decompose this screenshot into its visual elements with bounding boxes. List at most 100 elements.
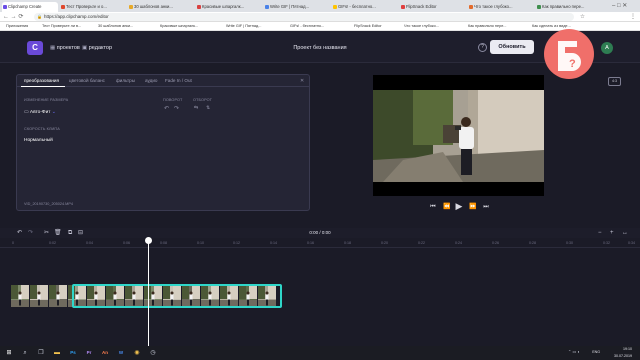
undo-icon[interactable]: ↶: [17, 229, 22, 237]
tab-filters[interactable]: фильтры: [116, 77, 135, 85]
clock-date: 30.07.2019: [614, 354, 632, 358]
premiere-icon[interactable]: Pr: [82, 346, 96, 360]
browser-tab[interactable]: Что такое глубоко...: [468, 2, 534, 12]
tab-label: Красивые шпаргалк...: [202, 4, 245, 9]
selected-clip-outline[interactable]: [72, 284, 282, 308]
task-view-icon[interactable]: ❐: [34, 346, 48, 360]
clip-thumbnail: [30, 285, 48, 307]
browser-tab[interactable]: Как правильно пере...: [536, 2, 602, 12]
speed-value[interactable]: Нормальный: [24, 138, 53, 143]
menu-icon[interactable]: ⋮: [630, 13, 636, 21]
avatar[interactable]: A: [601, 42, 613, 54]
close-panel-icon[interactable]: ✕: [300, 78, 304, 84]
tab-favicon-icon: [401, 5, 405, 9]
redo-icon[interactable]: ↷: [28, 229, 33, 237]
photoshop-icon[interactable]: Ps: [66, 346, 80, 360]
rotate-right-icon[interactable]: ↷: [174, 105, 179, 112]
ruler-tick: 0:16: [307, 241, 314, 245]
clock[interactable]: 19:10 30.07.2019: [602, 346, 632, 360]
flip-vertical-icon[interactable]: ⇅: [206, 105, 210, 111]
tray-icons[interactable]: ⌃ ▭ ◖: [568, 349, 580, 354]
tab-audio[interactable]: аудио: [145, 77, 157, 85]
browser-tab[interactable]: Красивые шпаргалк...: [196, 2, 262, 12]
ruler-tick: 0:02: [49, 241, 56, 245]
lock-track-icon[interactable]: ⊟: [78, 229, 83, 237]
project-title[interactable]: Проект без названия: [270, 43, 370, 53]
windows-start-icon[interactable]: ⊞: [2, 346, 16, 360]
search-icon[interactable]: ⌕: [18, 346, 32, 360]
chrome-icon[interactable]: ◉: [130, 346, 144, 360]
clock-app-icon[interactable]: ◷: [146, 346, 160, 360]
tab-color-balance[interactable]: цветовой баланс: [69, 77, 105, 85]
bookmark-item[interactable]: Что такое глубоко...: [404, 22, 464, 31]
svg-text:?: ?: [569, 58, 576, 70]
play-icon[interactable]: ▶: [453, 201, 465, 212]
grid-icon: ▦: [50, 45, 57, 51]
playhead-handle[interactable]: [145, 237, 152, 244]
rewind-icon[interactable]: ⏪: [442, 203, 452, 211]
ruler-tick: 0:10: [197, 241, 204, 245]
editor-nav[interactable]: ▣ редактор: [82, 43, 112, 53]
aspect-ratio-button[interactable]: 4:3: [608, 77, 621, 86]
ruler-tick: 0:22: [418, 241, 425, 245]
bookmark-item[interactable]: Красивые шпаргалк...: [160, 22, 220, 31]
flip-horizontal-icon[interactable]: ⇆: [194, 105, 198, 111]
ruler-tick: 0:28: [529, 241, 536, 245]
zoom-out-button[interactable]: −: [598, 229, 602, 237]
url-field[interactable]: https://app.clipchamp.com/editor: [34, 13, 574, 21]
clipchamp-logo[interactable]: C: [27, 41, 43, 55]
timeline-ruler: [0, 238, 640, 248]
playhead[interactable]: [148, 238, 149, 350]
ruler-tick: 0: [12, 241, 14, 245]
resize-dropdown[interactable]: ▭ Авто-Фит ⌄: [24, 110, 56, 115]
ruler-tick: 0:18: [344, 241, 351, 245]
delete-icon[interactable]: 🗑: [54, 229, 62, 237]
projects-nav[interactable]: ▦ проектов: [50, 43, 80, 53]
tab-transform[interactable]: преобразования: [24, 77, 59, 85]
browser-tab[interactable]: 30 шаблонов анки...: [128, 2, 194, 12]
forward-icon[interactable]: ⏩: [468, 203, 478, 211]
export-button[interactable]: Обновить: [490, 40, 534, 54]
animate-icon[interactable]: An: [98, 346, 112, 360]
window-controls[interactable]: – □ ✕: [612, 2, 627, 10]
browser-tab[interactable]: FlipSnack Editor: [400, 2, 466, 12]
file-explorer-icon[interactable]: ▬: [50, 346, 64, 360]
browser-tab[interactable]: Тест Проверьте и о...: [60, 2, 126, 12]
zoom-in-button[interactable]: +: [610, 229, 614, 237]
tab-label: Тест Проверьте и о...: [66, 4, 107, 9]
tab-label: Write GIF | Пятнад...: [270, 4, 310, 9]
language-indicator[interactable]: ENG: [588, 349, 600, 356]
browser-tab[interactable]: GIFs! - бесплатно...: [332, 2, 398, 12]
editor-label: редактор: [88, 45, 113, 51]
bookmark-item[interactable]: Тест Проверьте ли в...: [42, 22, 94, 31]
ruler-tick: 0:12: [233, 241, 240, 245]
star-icon[interactable]: ☆: [580, 13, 585, 21]
ruler-tick: 0:08: [160, 241, 167, 245]
resize-value: Авто-Фит: [29, 110, 51, 115]
tab-favicon-icon: [537, 5, 541, 9]
chevron-down-icon: ⌄: [50, 110, 56, 115]
rotate-left-icon[interactable]: ↶: [164, 105, 169, 112]
zoom-fit-button[interactable]: ↔: [622, 229, 628, 237]
bookmark-item[interactable]: GIFs! - бесплатно...: [290, 22, 348, 31]
tab-fade[interactable]: Fade In / Out: [165, 77, 192, 85]
bookmark-item[interactable]: 30 шаблонов анки...: [98, 22, 154, 31]
timecode: 0:00 / 0:00: [309, 230, 331, 235]
bookmark-item[interactable]: Write GIF | Пятнад...: [226, 22, 284, 31]
bookmark-item[interactable]: FlipSnack Editor: [354, 22, 400, 31]
copy-icon[interactable]: ⧉: [68, 229, 72, 237]
skip-start-icon[interactable]: ⏮: [428, 203, 438, 211]
nav-buttons[interactable]: ← → ⟳: [3, 13, 23, 21]
cut-icon[interactable]: ✂: [44, 229, 49, 237]
flip-label: ОТБОРОТ: [193, 98, 213, 102]
browser-tab-active[interactable]: Clipchamp Create: [2, 2, 58, 12]
clip-thumbnail: [49, 285, 67, 307]
word-icon[interactable]: W: [114, 346, 128, 360]
bookmark-item[interactable]: Приложения: [6, 22, 38, 31]
tab-favicon-icon: [129, 5, 133, 9]
help-icon[interactable]: ?: [478, 43, 487, 52]
ruler-tick: 0:14: [270, 241, 277, 245]
browser-tab[interactable]: Write GIF | Пятнад...: [264, 2, 330, 12]
skip-end-icon[interactable]: ⏭: [481, 203, 491, 211]
bookmark-item[interactable]: Как правильно пере...: [468, 22, 528, 31]
